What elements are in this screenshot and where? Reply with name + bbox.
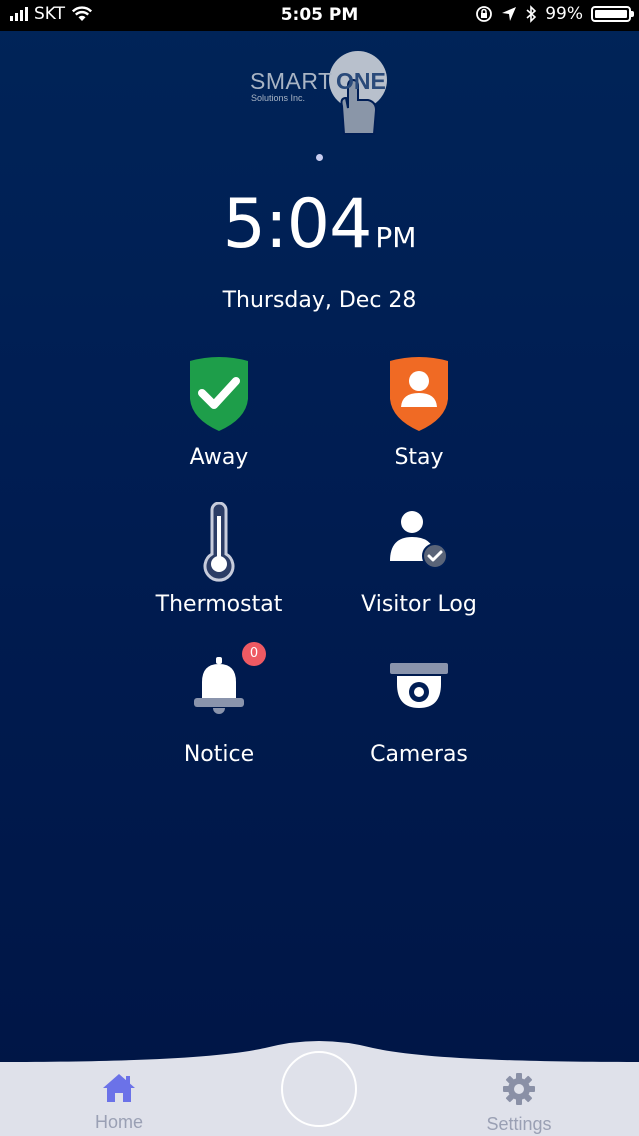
visitor-log-button[interactable]: Visitor Log (319, 505, 519, 617)
cameras-button[interactable]: Cameras (319, 662, 519, 767)
camera-icon (390, 663, 448, 708)
stay-label: Stay (394, 445, 444, 470)
thermometer-icon (203, 502, 235, 582)
clock-ampm: PM (375, 221, 417, 254)
orientation-lock-icon (476, 6, 493, 22)
shield-check-icon (190, 357, 248, 431)
battery-percent: 99% (545, 4, 583, 24)
notice-label: Notice (183, 742, 255, 767)
thermostat-label: Thermostat (155, 592, 283, 617)
smartone-logo: SMART ONE Solutions Inc. (248, 50, 393, 138)
battery-icon (591, 6, 634, 22)
clock-display: 5:04 PM (0, 185, 639, 264)
clock-date: Thursday, Dec 28 (222, 288, 417, 313)
page-indicator[interactable] (316, 154, 323, 161)
status-bar: SKT 5:05 PM 99% (0, 0, 639, 31)
location-icon (502, 7, 517, 21)
home-icon (103, 1074, 135, 1102)
logo-text-one: ONE (336, 68, 386, 94)
tab-home-label: Home (94, 1112, 143, 1132)
notice-button[interactable]: 0 Notice (119, 642, 319, 767)
tab-settings-label: Settings (486, 1114, 552, 1134)
tab-settings[interactable]: Settings (459, 1072, 579, 1135)
cameras-label: Cameras (370, 742, 468, 767)
thermostat-button[interactable]: Thermostat (119, 502, 319, 617)
stay-button[interactable]: Stay (319, 355, 519, 470)
tab-home[interactable]: Home (59, 1072, 179, 1133)
gear-icon (503, 1073, 535, 1105)
clock-time: 5:04 (222, 185, 373, 264)
bluetooth-icon (526, 5, 537, 23)
away-button[interactable]: Away (119, 355, 319, 470)
visitor-log-label: Visitor Log (361, 592, 477, 617)
bell-icon (194, 657, 244, 714)
logo-subtitle: Solutions Inc. (251, 93, 306, 103)
shield-user-icon (390, 357, 448, 431)
user-check-icon (390, 511, 448, 569)
away-label: Away (189, 445, 249, 470)
center-action-button[interactable] (281, 1051, 357, 1127)
logo-text-smart: SMART (250, 68, 333, 94)
notice-badge: 0 (242, 642, 266, 666)
